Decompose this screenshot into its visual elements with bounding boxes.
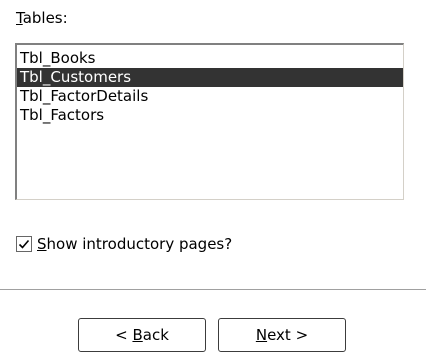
show-intro-pages-checkbox[interactable]	[16, 236, 32, 252]
next-button[interactable]: Next >	[218, 318, 346, 352]
show-intro-pages-label: Show introductory pages?	[37, 235, 233, 253]
tables-label: Tables:	[16, 9, 68, 27]
back-button[interactable]: < Back	[78, 318, 206, 352]
footer-separator	[0, 289, 426, 290]
tables-listbox[interactable]: Tbl_Books Tbl_Customers Tbl_FactorDetails T…	[15, 43, 404, 200]
table-list-item[interactable]: Tbl_FactorDetails	[17, 87, 403, 106]
show-intro-pages-checkbox-row[interactable]: Show introductory pages?	[16, 235, 232, 253]
table-list-item[interactable]: Tbl_Factors	[17, 106, 403, 125]
table-list-item[interactable]: Tbl_Customers	[17, 68, 403, 87]
checkmark-icon	[18, 239, 30, 249]
table-list-item[interactable]: Tbl_Books	[17, 49, 403, 68]
